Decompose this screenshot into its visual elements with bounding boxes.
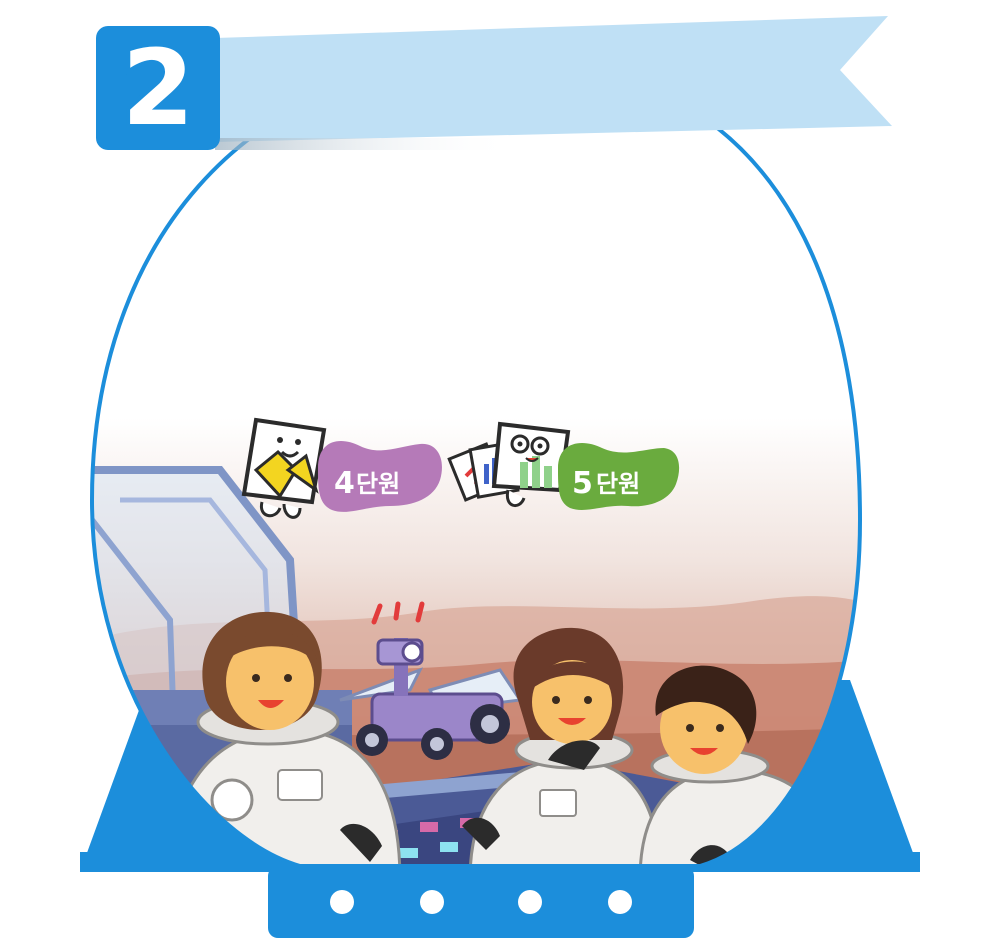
chapter-opener: 4 단원 5 단원 2 [0, 0, 1000, 940]
chapter-title [240, 52, 800, 122]
chapter-number: 2 [96, 26, 220, 150]
unit-5-badge: 5 단원 [558, 442, 680, 510]
unit-4-label: 단원 [356, 470, 400, 498]
unit-5-label: 단원 [596, 470, 640, 498]
base-dot [518, 890, 542, 914]
unit-5-number: 5 [572, 466, 593, 501]
chapter-number-text: 2 [118, 27, 198, 149]
globe-base [268, 866, 694, 938]
base-dot [420, 890, 444, 914]
unit-4-number: 4 [334, 466, 355, 501]
base-dot [608, 890, 632, 914]
base-dot [330, 890, 354, 914]
